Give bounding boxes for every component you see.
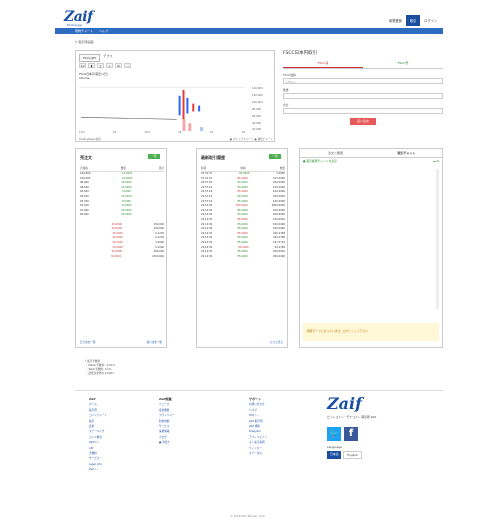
table-cell: 90,000 bbox=[80, 213, 89, 217]
table-cell: 200.0000 bbox=[273, 254, 285, 258]
chart-footer: TradingView 提供 ● ステップチャート ● 通常チャート bbox=[79, 138, 273, 141]
price-plot[interactable] bbox=[79, 87, 245, 131]
volume-bar bbox=[182, 119, 186, 131]
language-switcher: 日本語 English bbox=[327, 451, 362, 459]
copyright: © 2018 Tech Bureau, Corp. bbox=[230, 515, 266, 518]
order-panel: FSCC日本円取引 FSCC買 FSCC売 FSCC価格 1FSCC... 数量… bbox=[283, 50, 443, 142]
table-cell: 1200,000 bbox=[152, 254, 164, 258]
asks-footer: 売り注文一覧 買い注文一覧 bbox=[80, 341, 162, 344]
price-label: FSCC価格 bbox=[283, 73, 296, 77]
table-cell: 30.0000 bbox=[110, 254, 122, 258]
footer-link[interactable]: よくある質問 bbox=[249, 440, 267, 445]
candle-icon[interactable]: ▮ bbox=[88, 63, 95, 68]
trades-badge[interactable]: 一括 bbox=[269, 154, 281, 159]
trades-rows: 07:31:37 85,0000 2.0000 07:31:37 85,0000 517.… bbox=[201, 172, 285, 259]
candle-down bbox=[182, 89, 185, 120]
amount-input[interactable] bbox=[283, 93, 443, 99]
interval-button[interactable]: 1d bbox=[79, 63, 86, 68]
chat-tabs: 注文と履歴 取引チャット bbox=[300, 149, 442, 158]
candle-up bbox=[178, 95, 181, 116]
logo-subtitle: Exchange bbox=[67, 23, 82, 27]
total-label: 合計 bbox=[283, 103, 289, 107]
lang-en-button[interactable]: English bbox=[343, 451, 362, 459]
chart-tabs: FSCC/JPY デプス bbox=[79, 54, 112, 62]
trade-link[interactable]: 取引 bbox=[405, 15, 421, 26]
candle-up bbox=[198, 105, 201, 112]
chart-panel: FSCC/JPY デプス 1d ▮ ƒ + ⚙ ⛶ FSCC日本円 取引(1日)… bbox=[75, 50, 275, 142]
header: Zaif Exchange 新規登録 取引 ログイン bbox=[55, 6, 443, 28]
asks-badge[interactable]: 一括 bbox=[148, 154, 160, 159]
price-line bbox=[80, 117, 177, 120]
twitter-icon[interactable]: 🐦 bbox=[327, 427, 341, 441]
sell-tab[interactable]: FSCC売 bbox=[363, 59, 443, 68]
fee-notes: * 取引手数料 ・ Maker手数料: -0.01% ・ Taker手数料: 0… bbox=[85, 360, 115, 375]
order-title: FSCC日本円取引 bbox=[283, 51, 318, 56]
order-tabs: FSCC買 FSCC売 bbox=[283, 59, 443, 69]
footer-tagline: ビットコイン・モナコイン 取引所 Zaif bbox=[327, 415, 377, 419]
amount-label: 数量 bbox=[283, 88, 289, 92]
chat-scrollbar[interactable] bbox=[436, 169, 439, 309]
trade-chat-tab[interactable]: 取引チャット bbox=[371, 149, 442, 157]
total-input[interactable] bbox=[283, 108, 443, 114]
footer-col-related: Zaif関連 ニュース 会社概要 プライバシー 利用規約 サービス 採用情報 ブログ ● 手続き bbox=[159, 397, 175, 446]
table-cell: 85,0000 bbox=[237, 254, 248, 258]
register-link[interactable]: 新規登録 bbox=[389, 18, 402, 23]
nav-chart[interactable]: 現物チャート bbox=[75, 29, 93, 33]
header-links: 新規登録 取引 ログイン bbox=[389, 15, 437, 26]
footer-link[interactable]: ステータス bbox=[249, 451, 267, 456]
candlesticks bbox=[80, 89, 201, 120]
chart-toolbar: 1d ▮ ƒ + ⚙ ⛶ bbox=[79, 63, 131, 68]
compare-icon[interactable]: + bbox=[106, 63, 113, 68]
chat-tools: ● 取引履歴チャットを表示 ☁ ✉ bbox=[303, 159, 439, 163]
indicator-button[interactable]: ƒ bbox=[97, 63, 104, 68]
chat-login-notice: 閲覧モードになっています。ログインして下さい bbox=[303, 323, 439, 341]
navbar: 現物チャート ヘルプ bbox=[55, 28, 443, 34]
footer-logo[interactable]: Zaif bbox=[327, 394, 362, 413]
login-link[interactable]: ログイン bbox=[424, 18, 437, 23]
price-axis: 140,000 120,000 100,000 80,000 60,000 40… bbox=[252, 87, 263, 131]
asks-title: 売注文 bbox=[80, 155, 92, 160]
page: Zaif Exchange 新規登録 取引 ログイン 現物チャート ヘルプ ✎ … bbox=[0, 0, 496, 529]
language-label: Language bbox=[327, 445, 342, 449]
depth-tab[interactable]: デプス bbox=[103, 54, 112, 62]
footer-link[interactable]: プライバシー bbox=[159, 413, 175, 418]
footer-link[interactable]: ● 手続き bbox=[159, 440, 175, 445]
trades-title: 最新取引履歴 bbox=[201, 155, 225, 160]
asks-rows: 102,000 10.0000 100,000 20.0000 98,000 10.000… bbox=[80, 172, 164, 259]
footer-link[interactable]: コインチャート bbox=[89, 413, 107, 418]
price-input[interactable]: 1FSCC... bbox=[283, 78, 443, 84]
cloud-icon[interactable]: ☁ ✉ bbox=[433, 159, 439, 163]
fullscreen-icon[interactable]: ⛶ bbox=[124, 63, 131, 68]
orders-history-tab[interactable]: 注文と履歴 bbox=[300, 149, 371, 157]
footer-col-zaif: Zaif ホーム 取引所 コインチャート 取引 送金 ステーキング コイン積立 Zaifペイ AP… bbox=[89, 397, 107, 473]
footer-link[interactable]: Zaif / ... bbox=[89, 467, 107, 472]
table-cell: 20.0000 bbox=[121, 213, 132, 217]
candle-down bbox=[192, 103, 195, 112]
table-cell: 22:14:30 bbox=[201, 254, 213, 258]
time-axis: 11/1 16 12/1 16 1/1 16 bbox=[79, 131, 245, 134]
volume-bars bbox=[182, 119, 204, 131]
buy-button[interactable]: 買い注文 bbox=[350, 118, 376, 125]
nav-help[interactable]: ヘルプ bbox=[99, 29, 108, 33]
sell-orders-panel: 売注文 一括 売価格 数量 累計 102,000 10.0000 100,000 20… bbox=[75, 148, 167, 348]
candle-up bbox=[186, 97, 189, 114]
table-row[interactable]: 30.0000 1200,000 bbox=[80, 255, 164, 260]
chart-info: FSCC日本円 取引(1日) Volume bbox=[79, 72, 108, 80]
pair-select[interactable]: FSCC/JPY bbox=[79, 54, 101, 62]
breadcrumb: ✎ 取引所画面 bbox=[75, 40, 94, 44]
lang-ja-button[interactable]: 日本語 bbox=[327, 451, 342, 459]
volume-bar bbox=[188, 123, 192, 131]
trade-history-panel: 最新取引履歴 一括 時間 価格 数量 07:31:37 85,0000 2.0000… bbox=[196, 148, 288, 348]
buy-tab[interactable]: FSCC買 bbox=[283, 59, 363, 68]
footer-col-support: サポート お問い合わせ ヘルプ FAQ / ... Zaif 取引所 Zaif 資料 Tel… bbox=[249, 397, 267, 456]
social-icons: 🐦 f bbox=[327, 427, 358, 441]
settings-icon[interactable]: ⚙ bbox=[115, 63, 122, 68]
facebook-icon[interactable]: f bbox=[344, 427, 358, 441]
table-row[interactable]: 22:14:30 85,0000 200.0000 bbox=[201, 255, 285, 260]
chat-panel: 注文と履歴 取引チャット ● 取引履歴チャットを表示 ☁ ✉ 閲覧モードになって… bbox=[299, 148, 443, 348]
footer: Zaif ホーム 取引所 コインチャート 取引 送金 ステーキング コイン積立 Zaifペイ AP… bbox=[75, 390, 443, 508]
trades-footer: もっと見る bbox=[270, 341, 283, 344]
